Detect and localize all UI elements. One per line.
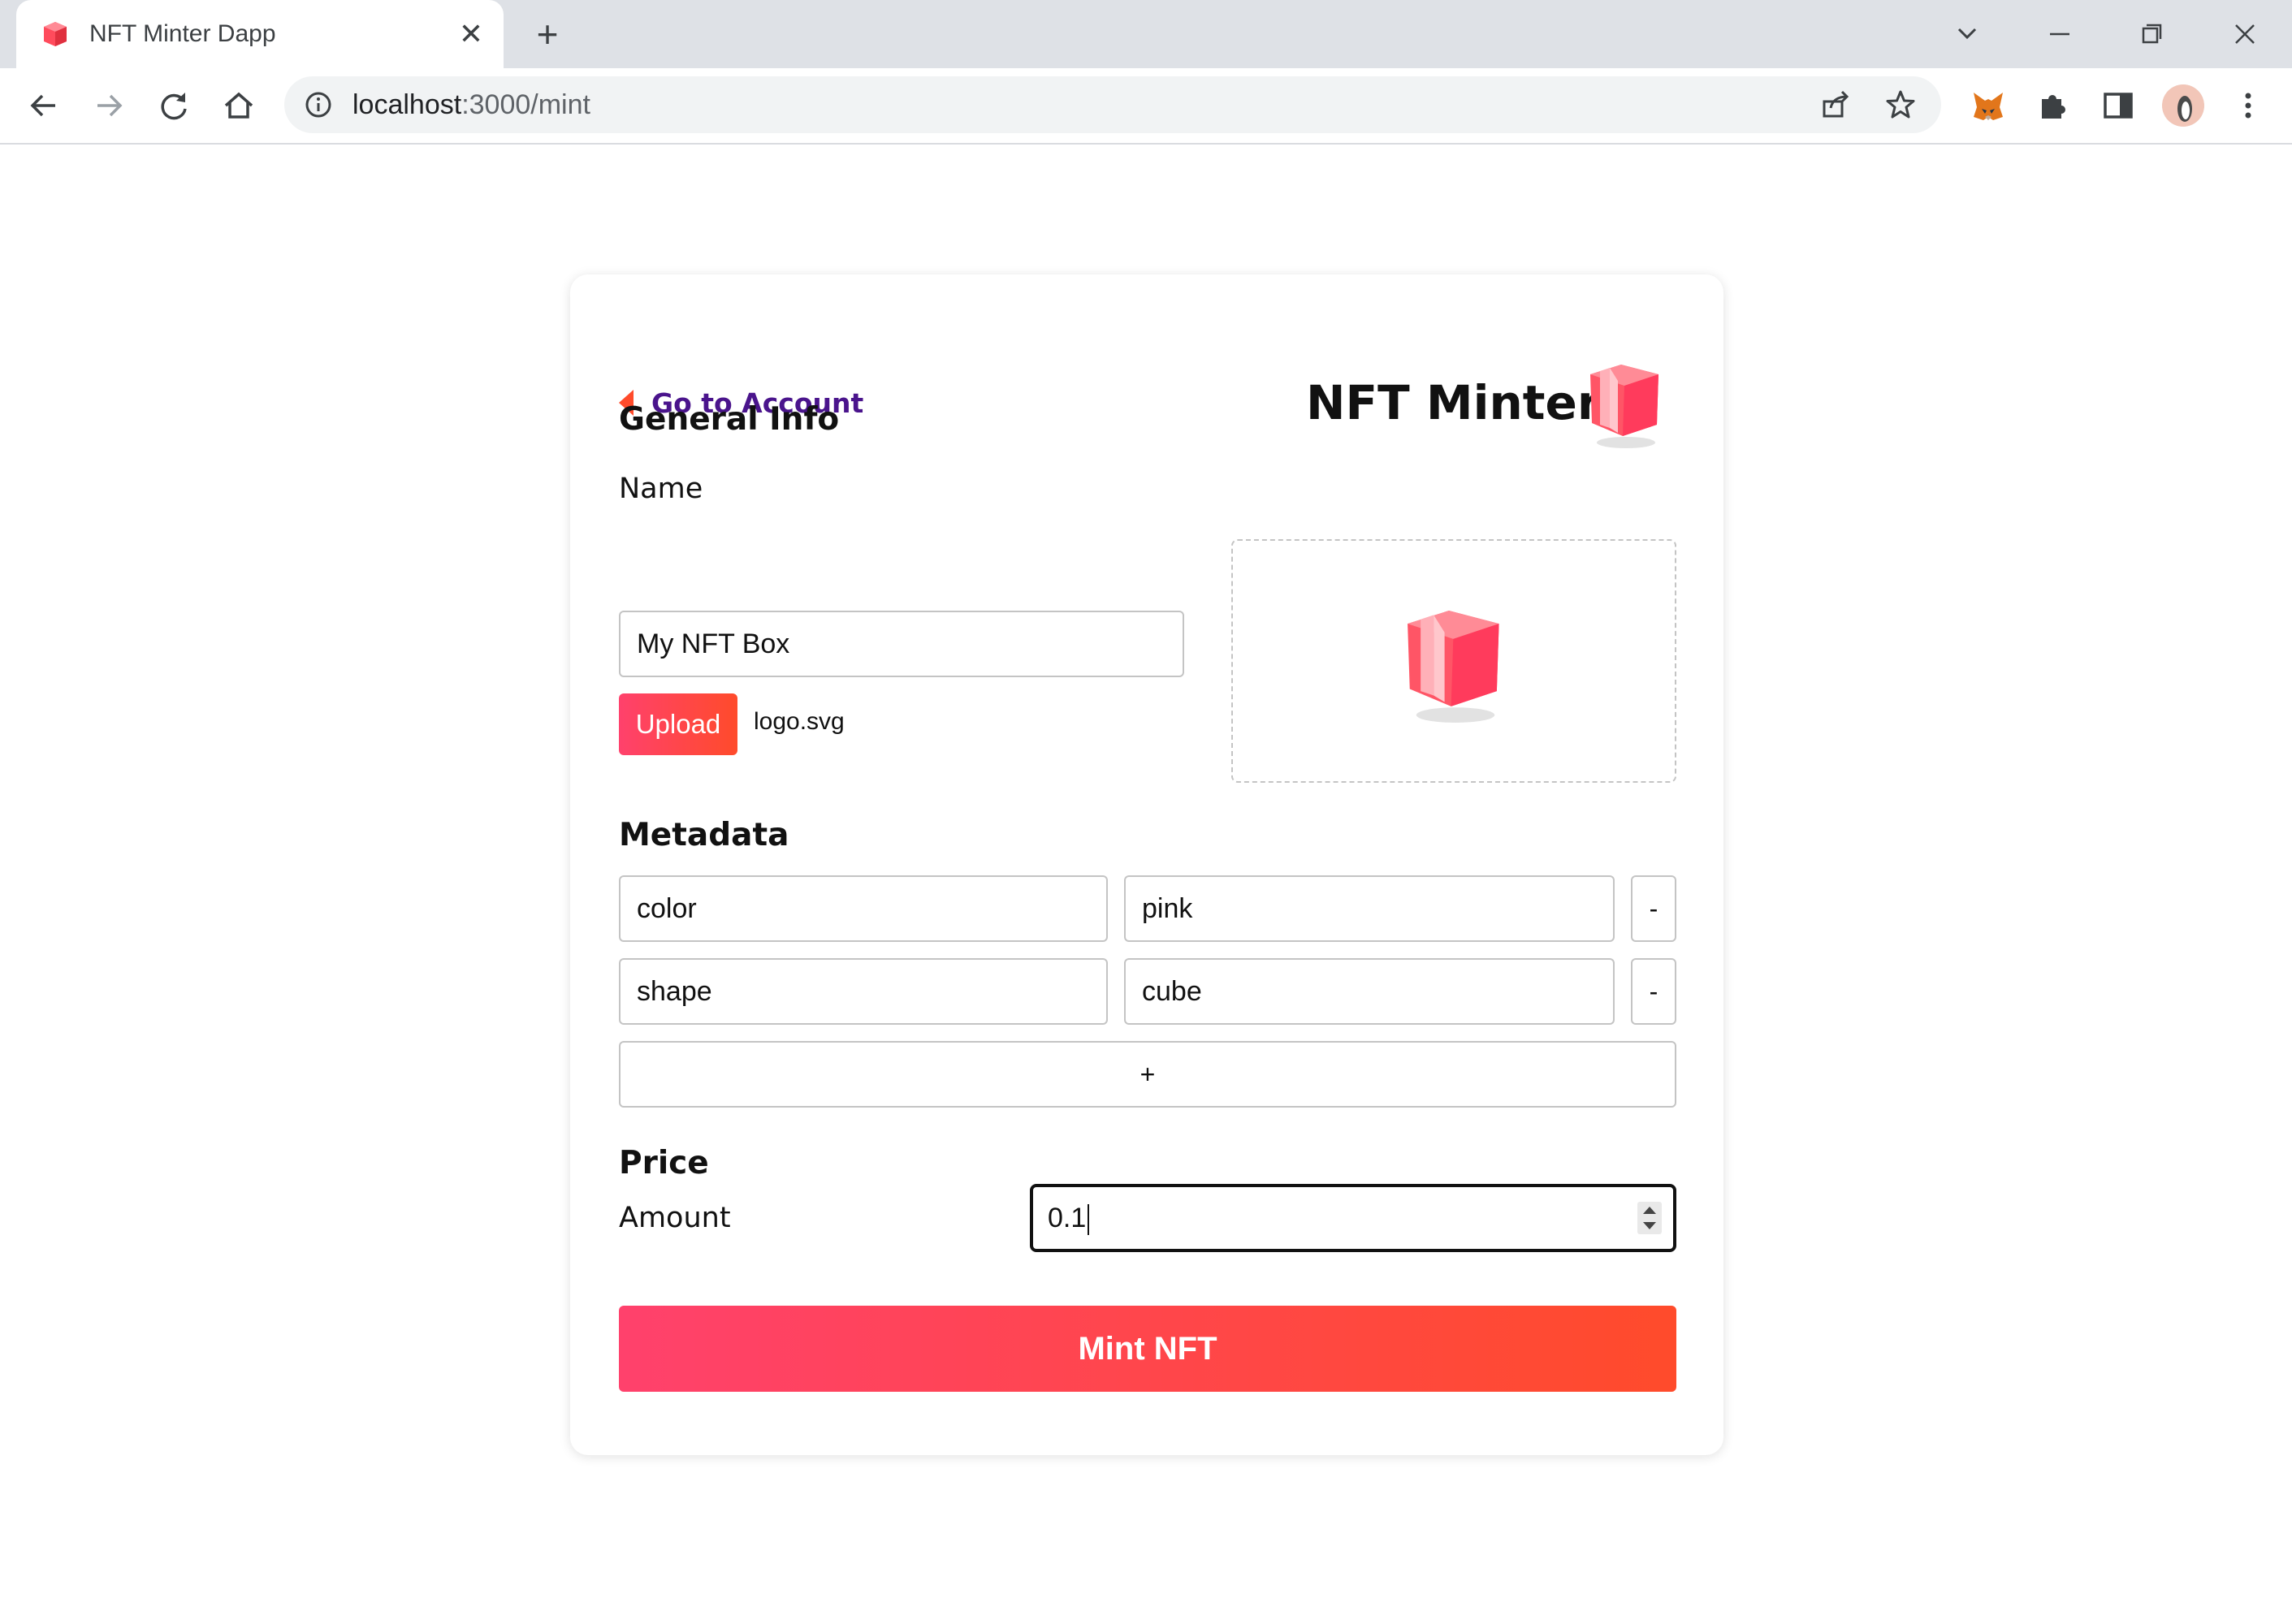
back-arrow-icon[interactable]: [21, 83, 67, 128]
mint-nft-button[interactable]: Mint NFT: [619, 1306, 1676, 1392]
extensions-puzzle-icon[interactable]: [2035, 88, 2071, 123]
home-icon[interactable]: [216, 83, 262, 128]
remove-metadata-button[interactable]: -: [1631, 875, 1676, 942]
cube-favicon-icon: [44, 22, 67, 46]
profile-penguin-icon: [2162, 84, 2204, 127]
close-window-icon[interactable]: [2222, 13, 2268, 55]
text-caret: [1088, 1204, 1090, 1236]
profile-avatar[interactable]: [2162, 84, 2204, 127]
forward-arrow-icon[interactable]: [86, 83, 132, 128]
restore-icon[interactable]: [2130, 13, 2175, 55]
address-bar[interactable]: localhost:3000/mint: [284, 76, 1941, 133]
amount-input[interactable]: 0.1: [1030, 1184, 1676, 1252]
amount-label: Amount: [619, 1202, 731, 1234]
new-tab-icon[interactable]: +: [528, 15, 567, 54]
mint-form-card: Go to Account NFT Minter General Info Na…: [570, 274, 1723, 1455]
metadata-key-input[interactable]: shape: [619, 958, 1108, 1025]
menu-kebab-icon[interactable]: [2230, 88, 2266, 123]
url-path: :3000/mint: [461, 89, 590, 120]
url-host: localhost: [352, 89, 462, 120]
metadata-heading: Metadata: [619, 817, 789, 853]
add-metadata-button[interactable]: +: [619, 1041, 1676, 1108]
tab-title: NFT Minter Dapp: [89, 20, 276, 47]
metadata-value-input[interactable]: cube: [1124, 958, 1615, 1025]
metadata-key-input[interactable]: color: [619, 875, 1108, 942]
reload-icon[interactable]: [151, 83, 197, 128]
image-preview-dropzone[interactable]: [1231, 539, 1676, 783]
app-title: NFT Minter: [1306, 375, 1601, 430]
amount-value: 0.1: [1048, 1203, 1087, 1233]
name-label: Name: [619, 473, 703, 505]
general-info-heading: General Info: [619, 401, 840, 438]
tab-search-chevron-icon[interactable]: [1944, 13, 1990, 55]
cube-logo-icon: [1590, 365, 1658, 448]
metamask-fox-icon[interactable]: [1970, 88, 2006, 123]
bookmark-star-icon[interactable]: [1884, 89, 1917, 121]
browser-toolbar: localhost:3000/mint: [0, 68, 2292, 145]
browser-tab-bar: NFT Minter Dapp ✕ +: [0, 0, 2292, 68]
browser-tab[interactable]: NFT Minter Dapp ✕: [16, 0, 504, 68]
site-info-icon[interactable]: [304, 90, 333, 119]
cube-preview-image: [1408, 611, 1499, 723]
upload-button[interactable]: Upload: [619, 693, 737, 755]
file-name: logo.svg: [754, 708, 845, 735]
name-input[interactable]: My NFT Box: [619, 611, 1184, 677]
metadata-value-input[interactable]: pink: [1124, 875, 1615, 942]
side-panel-icon[interactable]: [2100, 88, 2136, 123]
share-icon[interactable]: [1819, 89, 1852, 121]
remove-metadata-button[interactable]: -: [1631, 958, 1676, 1025]
minimize-icon[interactable]: [2037, 13, 2082, 55]
close-tab-icon[interactable]: ✕: [455, 16, 487, 52]
price-heading: Price: [619, 1145, 709, 1181]
number-spinner-icon[interactable]: [1637, 1202, 1662, 1234]
url-text: localhost:3000/mint: [352, 89, 590, 120]
